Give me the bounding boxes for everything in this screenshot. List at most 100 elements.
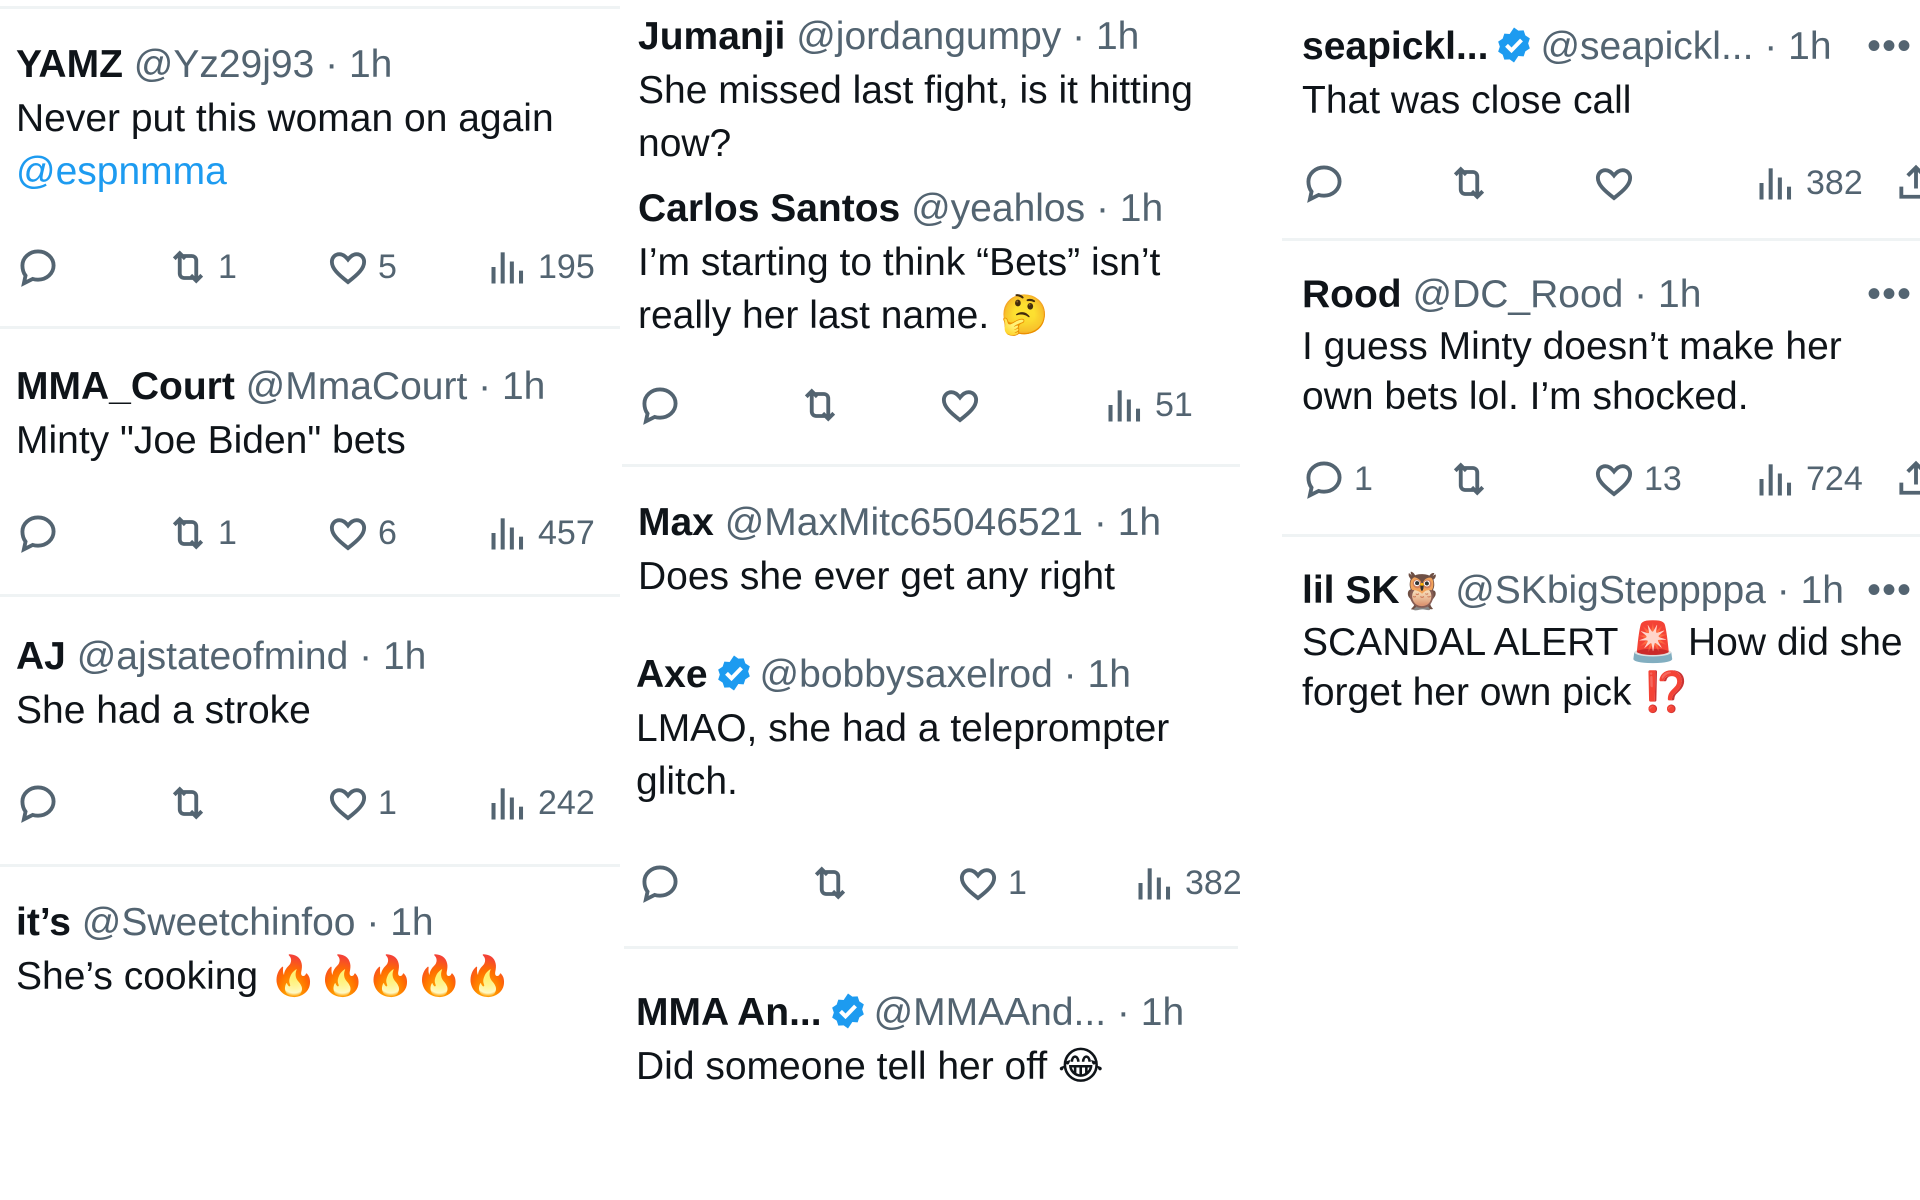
tweet-card[interactable]: Carlos Santos @yeahlos · 1h I’m starting… [638,186,1240,342]
timestamp[interactable]: 1h [383,635,426,678]
retweet-button[interactable] [1447,158,1499,208]
tweet-card[interactable]: Axe @bobbysaxelrod · 1h LMAO, she had a t… [636,652,1240,808]
display-name[interactable]: MMA_Court [16,365,235,408]
user-handle[interactable]: @seapickl... [1540,25,1753,68]
tweet-card[interactable]: lil SK🦉 @SKbigSteppppa · 1h ••• SCANDAL … [1302,568,1920,718]
timestamp[interactable]: 1h [1801,569,1844,612]
share-button[interactable] [1894,158,1920,208]
timestamp[interactable]: 1h [1088,653,1131,696]
tweet-card[interactable]: Max @MaxMitc65046521 · 1h Does she ever … [638,500,1240,603]
tweet-card[interactable]: MMA An... @MMAAnd... · 1h Did someone tel… [636,990,1240,1093]
display-name[interactable]: Max [638,501,714,544]
reply-button[interactable] [638,858,690,908]
display-name[interactable]: Rood [1302,273,1402,316]
views-icon [491,252,524,284]
retweet-button[interactable]: 1 [166,242,237,292]
user-handle[interactable]: @Sweetchinfoo [82,901,356,944]
reply-button[interactable] [1302,158,1354,208]
more-options-icon[interactable]: ••• [1867,272,1912,317]
display-name[interactable]: Jumanji [638,15,785,58]
user-handle[interactable]: @DC_Rood [1412,273,1623,316]
display-name[interactable]: seapickl... [1302,25,1488,68]
separator-dot: · [1634,273,1648,316]
reply-count: 1 [1354,459,1373,498]
retweet-button[interactable] [808,858,860,908]
reply-button[interactable]: 1 [1302,454,1373,504]
user-handle[interactable]: @jordangumpy [796,15,1061,58]
user-handle[interactable]: @yeahlos [911,187,1085,230]
views-button[interactable]: 382 [1133,858,1240,908]
timestamp[interactable]: 1h [1788,25,1831,68]
divider [1282,534,1920,537]
like-button[interactable]: 5 [326,242,397,292]
share-icon [1899,460,1920,495]
user-handle[interactable]: @SKbigSteppppa [1455,569,1766,612]
display-name[interactable]: it’s [16,901,71,944]
views-icon [491,518,524,550]
more-options-icon[interactable]: ••• [1867,568,1912,613]
reply-button[interactable] [16,242,68,292]
timestamp[interactable]: 1h [1118,501,1161,544]
retweet-button[interactable] [1447,454,1499,504]
tweet-card[interactable]: YAMZ @Yz29j93 · 1h Never put this woman … [16,42,620,198]
display-name[interactable]: Axe [636,653,708,696]
tweet-text: That was close call [1302,79,1632,122]
views-button[interactable]: 242 [486,778,595,828]
views-button[interactable]: 382 [1754,158,1863,208]
tweet-card[interactable]: Rood @DC_Rood · 1h ••• I guess Minty doe… [1302,272,1920,422]
display-name[interactable]: lil SK [1302,569,1400,612]
display-name[interactable]: YAMZ [16,43,123,86]
user-handle[interactable]: @bobbysaxelrod [760,653,1053,696]
timestamp[interactable]: 1h [502,365,545,408]
timestamp[interactable]: 1h [390,901,433,944]
views-button[interactable]: 724 [1754,454,1863,504]
tweet-card[interactable]: Jumanji @jordangumpy · 1h She missed las… [638,14,1240,170]
like-button[interactable]: 13 [1592,454,1682,504]
like-button[interactable]: 1 [956,858,1027,908]
retweet-button[interactable] [166,778,218,828]
share-button[interactable] [1894,454,1920,504]
tweet-card[interactable]: it’s @Sweetchinfoo · 1h She’s cooking 🔥🔥… [16,900,620,1003]
like-button[interactable] [1592,158,1644,208]
heart-icon [329,252,367,285]
user-handle[interactable]: @MaxMitc65046521 [725,501,1083,544]
divider [0,6,620,9]
timestamp[interactable]: 1h [349,43,392,86]
like-button[interactable]: 6 [326,508,397,558]
more-options-icon[interactable]: ••• [1867,24,1912,69]
reply-button[interactable] [16,778,68,828]
like-button[interactable] [938,380,990,430]
reply-column-1: YAMZ @Yz29j93 · 1h Never put this woman … [0,0,620,1200]
views-icon [1759,168,1792,200]
views-button[interactable]: 195 [486,242,595,292]
timestamp[interactable]: 1h [1096,15,1139,58]
timestamp[interactable]: 1h [1141,991,1184,1034]
separator-dot: · [1072,15,1086,58]
views-count: 382 [1806,163,1863,202]
user-handle[interactable]: @MmaCourt [246,365,468,408]
tweet-card[interactable]: seapickl... @seapickl... · 1h ••• That wa… [1302,24,1920,127]
user-handle[interactable]: @ajstateofmind [77,635,349,678]
timestamp[interactable]: 1h [1120,187,1163,230]
reply-button[interactable] [16,508,68,558]
views-button[interactable]: 457 [486,508,595,558]
display-name[interactable]: AJ [16,635,66,678]
user-handle[interactable]: @MMAAnd... [874,991,1106,1034]
display-name[interactable]: MMA An... [636,991,822,1034]
action-bar: 1 13 724 [1302,454,1920,504]
retweet-button[interactable]: 1 [166,508,237,558]
mention-link[interactable]: @espnmma [16,150,227,193]
timestamp[interactable]: 1h [1658,273,1701,316]
user-handle[interactable]: @Yz29j93 [134,43,315,86]
views-count: 51 [1155,385,1193,424]
retweet-button[interactable] [798,380,850,430]
views-button[interactable]: 51 [1103,380,1193,430]
tweet-text: She’s cooking 🔥🔥🔥🔥🔥 [16,955,512,998]
tweet-card[interactable]: AJ @ajstateofmind · 1h She had a stroke [16,634,620,737]
reply-button[interactable] [638,380,690,430]
tweet-text: SCANDAL ALERT 🚨 How did she forget her o… [1302,621,1914,714]
like-button[interactable]: 1 [326,778,397,828]
display-name[interactable]: Carlos Santos [638,187,900,230]
tweet-card[interactable]: MMA_Court @MmaCourt · 1h Minty "Joe Bide… [16,364,620,467]
separator-dot: · [1093,501,1107,544]
